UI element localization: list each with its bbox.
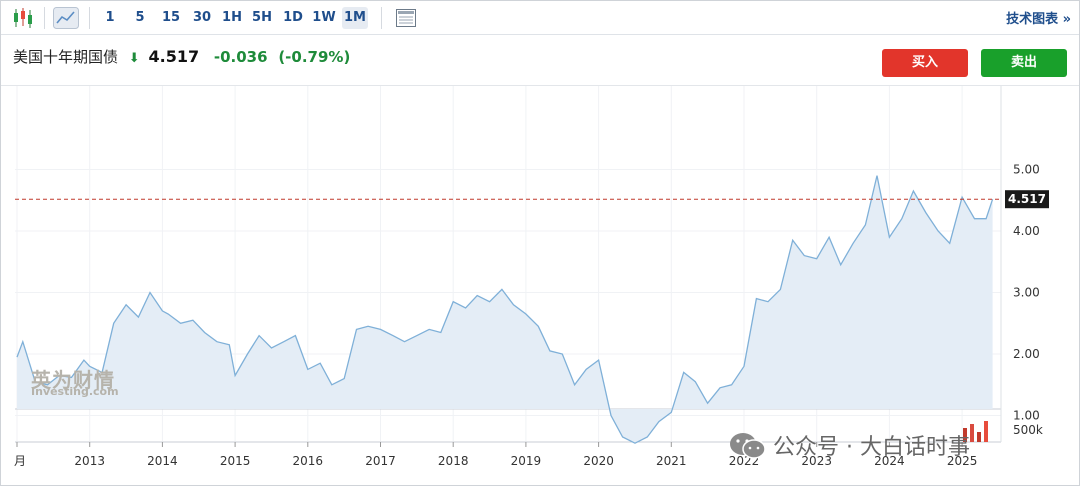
x-tick-label: 2013 <box>74 454 105 468</box>
x-tick-label: 2021 <box>656 454 687 468</box>
wechat-account-label: 公众号 · 大白话时事 <box>773 435 970 460</box>
x-tick-label: 2015 <box>220 454 251 468</box>
y-tick-label: 2.00 <box>1013 347 1040 361</box>
x-tick-label: 2017 <box>365 454 396 468</box>
y-tick-label: 5.00 <box>1013 163 1040 177</box>
price-chart[interactable]: 5.00 4.00 3.00 2.00 1.00500k 月 2013 2014 2015 20… <box>1 1 1079 485</box>
price-area <box>17 175 993 444</box>
volume-bar <box>970 424 974 442</box>
wechat-icon <box>729 431 767 465</box>
current-price-label: 4.517 <box>1008 192 1046 206</box>
x-tick-label: 2014 <box>147 454 178 468</box>
y-tick-label: 3.00 <box>1013 286 1040 300</box>
volume-bar <box>984 421 988 442</box>
watermark-investing: Investing.com <box>31 385 119 398</box>
volume-axis-label: 500k <box>1013 423 1043 437</box>
current-price-label-group: 4.517 <box>1005 190 1049 209</box>
x-tick-label: 月 <box>14 454 26 468</box>
x-tick-label: 2018 <box>438 454 469 468</box>
x-tick-label: 2020 <box>583 454 614 468</box>
x-tick-label: 2019 <box>511 454 542 468</box>
y-tick-label: 4.00 <box>1013 224 1040 238</box>
y-tick-label: 1.00 <box>1013 409 1040 423</box>
chart-widget: 1 5 15 30 1H 5H 1D 1W 1M 技术图表 » 美国十年期国债 … <box>0 0 1080 486</box>
x-tick-label: 2016 <box>293 454 324 468</box>
volume-bar <box>977 432 981 442</box>
